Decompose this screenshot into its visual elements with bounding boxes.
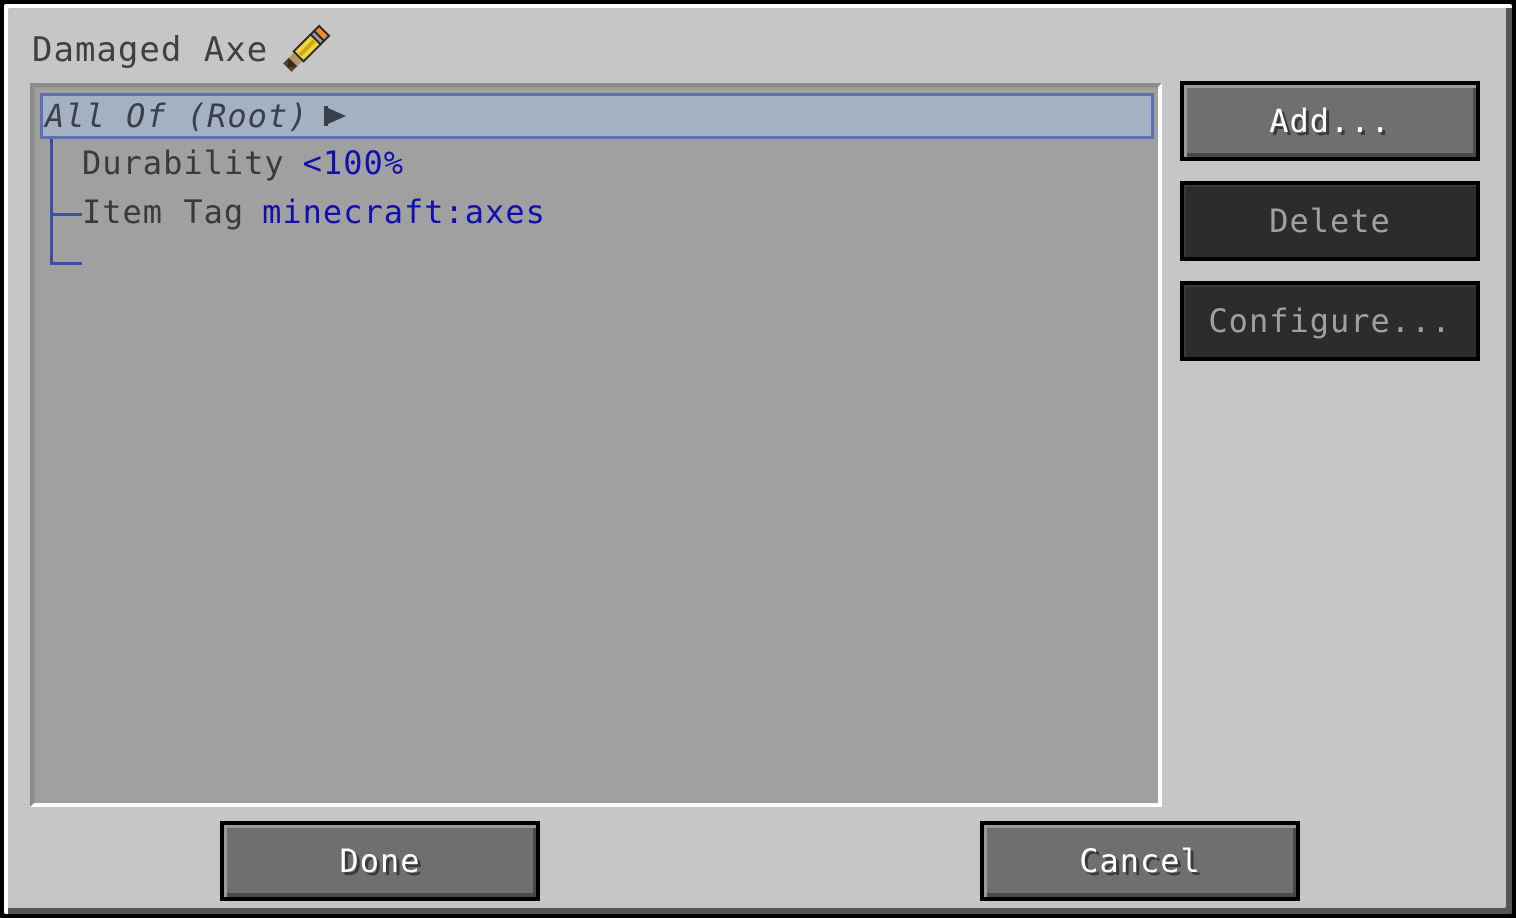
tree-item-item-tag[interactable]: Item Tag minecraft:axes — [82, 190, 546, 234]
tree-item-value: <100% — [302, 144, 404, 182]
title-bar: Damaged Axe — [32, 22, 334, 78]
play-arrow-icon — [322, 104, 348, 128]
tree-item-value: minecraft:axes — [262, 193, 546, 231]
configure-button[interactable]: Configure... — [1180, 281, 1480, 361]
tree-item-name: Durability — [82, 144, 285, 182]
done-button[interactable]: Done — [220, 821, 540, 901]
tree-root-label: All Of (Root) — [45, 97, 309, 135]
cancel-button[interactable]: Cancel — [980, 821, 1300, 901]
filter-tree-panel[interactable]: All Of (Root) Durability <100% Item Tag … — [30, 83, 1162, 807]
pencil-icon[interactable] — [276, 21, 334, 79]
tree-item-durability[interactable]: Durability <100% — [82, 141, 404, 185]
tree-root-row[interactable]: All Of (Root) — [40, 93, 1154, 139]
tree-item-name: Item Tag — [82, 193, 245, 231]
edit-filter-window: Damaged Axe All Of (Root) Durability <10… — [0, 0, 1516, 918]
window-title: Damaged Axe — [32, 30, 269, 70]
add-button[interactable]: Add... — [1180, 81, 1480, 161]
delete-button[interactable]: Delete — [1180, 181, 1480, 261]
